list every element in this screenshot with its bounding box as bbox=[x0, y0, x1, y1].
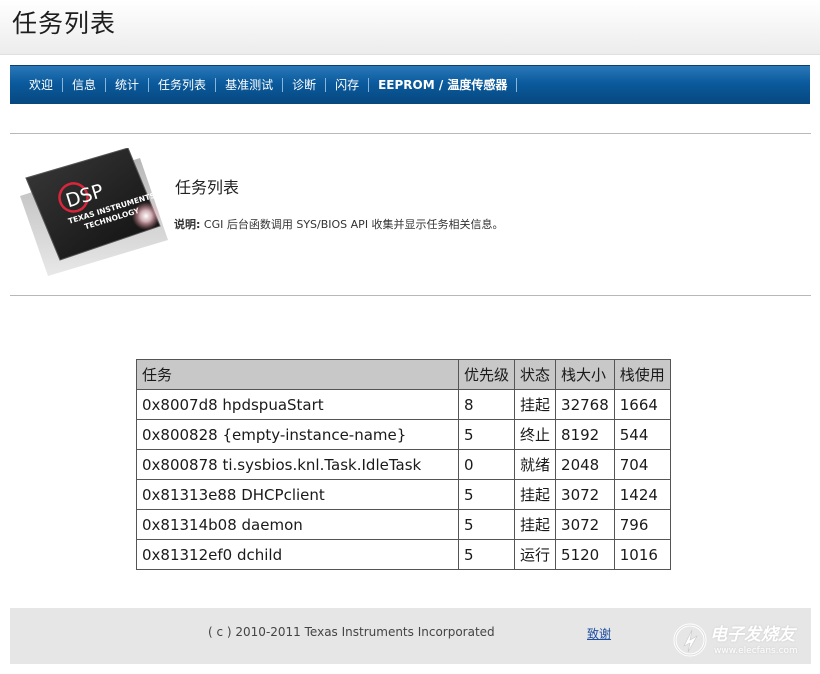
cell-task: 0x800828 {empty-instance-name} bbox=[136, 419, 459, 450]
cell-task: 0x81313e88 DHCPclient bbox=[136, 479, 459, 510]
copyright-text: ( c ) 2010-2011 Texas Instruments Incorp… bbox=[208, 625, 495, 639]
divider-top bbox=[10, 133, 811, 134]
cell-priority: 5 bbox=[457, 479, 516, 510]
thanks-link[interactable]: 致谢 bbox=[587, 625, 611, 642]
nav-item-diagnostics[interactable]: 诊断 bbox=[283, 78, 327, 92]
divider-bottom bbox=[10, 295, 811, 296]
description-text: CGI 后台函数调用 SYS/BIOS API 收集并显示任务相关信息。 bbox=[200, 218, 504, 231]
header-priority: 优先级 bbox=[457, 359, 516, 390]
cell-stack-used: 1664 bbox=[613, 389, 671, 420]
main-nav: 欢迎 信息 统计 任务列表 基准测试 诊断 闪存 EEPROM / 温度传感器 bbox=[10, 65, 810, 104]
task-table: 任务 优先级 状态 栈大小 栈使用 0x8007d8 hpdspuaStart … bbox=[136, 359, 671, 570]
cell-stack-used: 1424 bbox=[613, 479, 671, 510]
watermark-url: www.elecfans.com bbox=[714, 646, 798, 656]
cell-stack-size: 32768 bbox=[555, 389, 615, 420]
description-label: 说明: bbox=[174, 218, 201, 231]
cell-priority: 5 bbox=[457, 539, 516, 570]
nav-item-eeprom[interactable]: EEPROM / 温度传感器 bbox=[369, 78, 518, 92]
header-state: 状态 bbox=[514, 359, 557, 390]
cell-priority: 5 bbox=[457, 419, 516, 450]
section-description: 说明: CGI 后台函数调用 SYS/BIOS API 收集并显示任务相关信息。 bbox=[174, 216, 504, 232]
cell-priority: 0 bbox=[457, 449, 516, 480]
watermark-text: 电子发烧友 bbox=[710, 625, 795, 645]
table-row: 0x81312ef0 dchild 5 运行 5120 1016 bbox=[136, 539, 671, 570]
cell-state: 挂起 bbox=[514, 509, 557, 540]
cell-state: 挂起 bbox=[514, 479, 557, 510]
page-title: 任务列表 bbox=[12, 9, 117, 38]
table-row: 0x81314b08 daemon 5 挂起 3072 796 bbox=[136, 509, 671, 540]
header-stack-size: 栈大小 bbox=[555, 359, 615, 390]
cell-stack-size: 2048 bbox=[555, 449, 615, 480]
cell-state: 挂起 bbox=[514, 389, 557, 420]
cell-stack-size: 3072 bbox=[555, 509, 615, 540]
cell-stack-size: 5120 bbox=[555, 539, 615, 570]
cell-state: 终止 bbox=[514, 419, 557, 450]
cell-task: 0x800878 ti.sysbios.knl.Task.IdleTask bbox=[136, 449, 459, 480]
nav-item-welcome[interactable]: 欢迎 bbox=[20, 78, 64, 92]
nav-item-benchmark[interactable]: 基准测试 bbox=[216, 78, 284, 92]
header-bar: 任务列表 bbox=[0, 0, 820, 55]
cell-state: 就绪 bbox=[514, 449, 557, 480]
cell-stack-used: 544 bbox=[613, 419, 671, 450]
cell-stack-size: 8192 bbox=[555, 419, 615, 450]
cell-priority: 8 bbox=[457, 389, 516, 420]
header-stack-used: 栈使用 bbox=[613, 359, 671, 390]
nav-item-info[interactable]: 信息 bbox=[63, 78, 107, 92]
cell-state: 运行 bbox=[514, 539, 557, 570]
table-row: 0x800828 {empty-instance-name} 5 终止 8192… bbox=[136, 419, 671, 450]
watermark-logo-icon bbox=[673, 623, 707, 657]
cell-task: 0x81314b08 daemon bbox=[136, 509, 459, 540]
table-row: 0x8007d8 hpdspuaStart 8 挂起 32768 1664 bbox=[136, 389, 671, 420]
cell-priority: 5 bbox=[457, 509, 516, 540]
table-row: 0x800878 ti.sysbios.knl.Task.IdleTask 0 … bbox=[136, 449, 671, 480]
nav-item-task-list[interactable]: 任务列表 bbox=[149, 78, 217, 92]
page: 任务列表 欢迎 信息 统计 任务列表 基准测试 诊断 闪存 EEPROM / 温… bbox=[0, 0, 820, 674]
cell-task: 0x81312ef0 dchild bbox=[136, 539, 459, 570]
header-task: 任务 bbox=[136, 359, 459, 390]
nav-item-stats[interactable]: 统计 bbox=[106, 78, 150, 92]
section-title: 任务列表 bbox=[175, 178, 240, 197]
table-header-row: 任务 优先级 状态 栈大小 栈使用 bbox=[136, 359, 671, 390]
watermark: 电子发烧友 www.elecfans.com bbox=[670, 616, 810, 664]
cell-stack-size: 3072 bbox=[555, 479, 615, 510]
nav-item-flash[interactable]: 闪存 bbox=[326, 78, 370, 92]
cell-stack-used: 796 bbox=[613, 509, 671, 540]
cell-task: 0x8007d8 hpdspuaStart bbox=[136, 389, 459, 420]
dsp-chip-logo: DSP TEXAS INSTRUMENTS TECHNOLOGY bbox=[20, 148, 168, 276]
cell-stack-used: 1016 bbox=[613, 539, 671, 570]
table-row: 0x81313e88 DHCPclient 5 挂起 3072 1424 bbox=[136, 479, 671, 510]
cell-stack-used: 704 bbox=[613, 449, 671, 480]
